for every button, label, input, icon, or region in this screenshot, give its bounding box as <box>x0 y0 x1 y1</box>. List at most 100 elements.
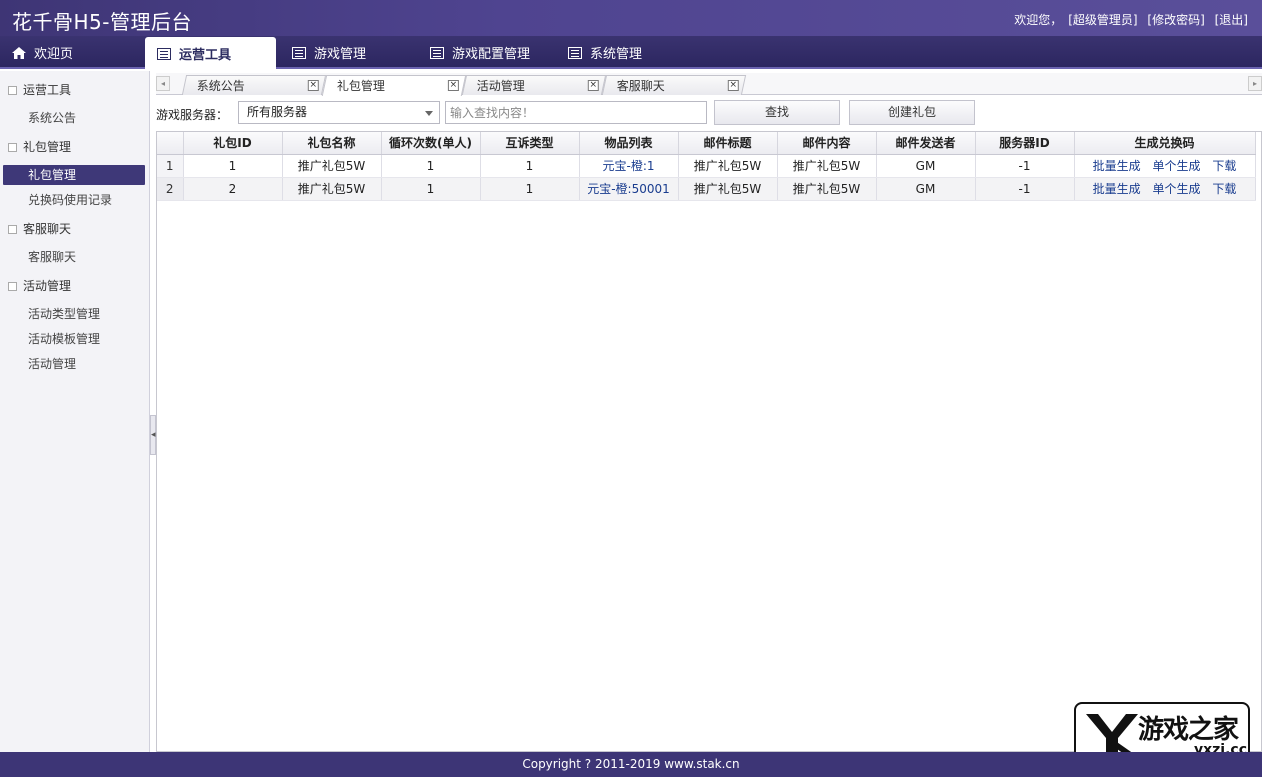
nav-tab-label: 欢迎页 <box>34 47 74 62</box>
main-nav: 欢迎页 运营工具 游戏管理 游戏配置管理 系统管理 <box>0 36 1262 70</box>
row-number: 1 <box>157 154 184 178</box>
change-password-link[interactable]: [修改密码] <box>1147 13 1204 27</box>
sidebar-item-activity-type[interactable]: 活动类型管理 <box>3 304 145 324</box>
single-generate-link[interactable]: 单个生成 <box>1152 159 1200 173</box>
cell-sender: GM <box>876 154 976 178</box>
collapse-icon <box>8 86 17 95</box>
cell-items: 元宝-橙:1 <box>579 154 679 178</box>
collapse-icon <box>8 282 17 291</box>
table-row[interactable]: 2 2 推广礼包5W 1 1 元宝-橙:50001 推广礼包5W 推广礼包5W … <box>157 177 1256 201</box>
column-header[interactable]: 邮件发送者 <box>876 132 976 155</box>
sidebar-group-activity[interactable]: 活动管理 <box>0 274 149 299</box>
content-tab-announcement[interactable]: 系统公告 × <box>181 75 327 95</box>
cell-sender: GM <box>876 177 976 201</box>
gift-table: 礼包ID 礼包名称 循环次数(单人) 互诉类型 物品列表 邮件标题 邮件内容 邮… <box>156 131 1262 777</box>
column-header[interactable]: 物品列表 <box>579 132 679 155</box>
nav-tab-label: 运营工具 <box>179 48 232 63</box>
content-tab-label: 客服聊天 <box>616 79 665 93</box>
sidebar-group-label: 运营工具 <box>23 83 72 97</box>
column-header[interactable]: 礼包名称 <box>282 132 382 155</box>
search-button[interactable]: 查找 <box>714 100 840 125</box>
sidebar-group-gift[interactable]: 礼包管理 <box>0 135 149 160</box>
sidebar-item-activity-manage[interactable]: 活动管理 <box>3 354 145 374</box>
download-link[interactable]: 下载 <box>1212 182 1236 196</box>
cell-mail-title: 推广礼包5W <box>678 154 778 178</box>
sidebar-group-label: 客服聊天 <box>23 222 72 236</box>
column-header[interactable]: 邮件标题 <box>678 132 778 155</box>
sidebar-group-label: 活动管理 <box>23 279 72 293</box>
sidebar-item-redeem-log[interactable]: 兑换码使用记录 <box>3 190 145 210</box>
sidebar-group-chat[interactable]: 客服聊天 <box>0 217 149 242</box>
column-header[interactable]: 生成兑换码 <box>1074 132 1256 155</box>
watermark-brand: 游戏之家 <box>1138 715 1239 745</box>
nav-tab-welcome[interactable]: 欢迎页 <box>0 36 85 69</box>
download-link[interactable]: 下载 <box>1212 159 1236 173</box>
cell-gift-id: 1 <box>183 154 283 178</box>
list-icon <box>292 46 306 59</box>
sidebar-group-label: 礼包管理 <box>23 140 72 154</box>
content-tab-label: 系统公告 <box>196 79 245 93</box>
column-header-rownum <box>157 132 184 155</box>
content-tab-bar: ◂ 系统公告 × 礼包管理 × 活动管理 × 客服聊天 × ▸ <box>156 73 1262 96</box>
cell-server-id: -1 <box>975 177 1075 201</box>
close-icon[interactable]: × <box>727 80 739 91</box>
batch-generate-link[interactable]: 批量生成 <box>1093 159 1141 173</box>
items-link[interactable]: 元宝-橙:1 <box>602 159 654 173</box>
cell-loops: 1 <box>381 154 481 178</box>
table-row[interactable]: 1 1 推广礼包5W 1 1 元宝-橙:1 推广礼包5W 推广礼包5W GM -… <box>157 154 1256 178</box>
sidebar-item-announcement[interactable]: 系统公告 <box>3 108 145 128</box>
user-bar: 欢迎您， [超级管理员] [修改密码] [退出] <box>1008 11 1248 28</box>
column-header[interactable]: 邮件内容 <box>777 132 877 155</box>
column-header[interactable]: 循环次数(单人) <box>381 132 481 155</box>
content-tab-label: 礼包管理 <box>336 79 385 93</box>
cell-loops: 1 <box>381 177 481 201</box>
column-header[interactable]: 互诉类型 <box>480 132 580 155</box>
search-input[interactable] <box>445 101 707 124</box>
single-generate-link[interactable]: 单个生成 <box>1152 182 1200 196</box>
nav-tab-label: 游戏配置管理 <box>452 47 531 62</box>
sidebar-group-ops[interactable]: 运营工具 <box>0 78 149 103</box>
nav-tab-game-manage[interactable]: 游戏管理 <box>280 36 378 69</box>
home-icon <box>12 46 26 59</box>
collapse-icon <box>8 225 17 234</box>
cell-mail-title: 推广礼包5W <box>678 177 778 201</box>
logout-link[interactable]: [退出] <box>1215 13 1248 27</box>
batch-generate-link[interactable]: 批量生成 <box>1093 182 1141 196</box>
close-icon[interactable]: × <box>447 80 459 91</box>
cell-mail-content: 推广礼包5W <box>777 154 877 178</box>
table-header-row: 礼包ID 礼包名称 循环次数(单人) 互诉类型 物品列表 邮件标题 邮件内容 邮… <box>157 132 1256 155</box>
list-icon <box>157 47 171 60</box>
server-label: 游戏服务器： <box>156 108 229 122</box>
data-grid: 礼包ID 礼包名称 循环次数(单人) 互诉类型 物品列表 邮件标题 邮件内容 邮… <box>157 132 1256 201</box>
nav-tab-ops-tools[interactable]: 运营工具 <box>145 37 276 70</box>
cell-gift-name: 推广礼包5W <box>282 154 382 178</box>
list-icon <box>568 46 582 59</box>
column-header[interactable]: 礼包ID <box>183 132 283 155</box>
yx-logo-icon <box>1086 714 1138 754</box>
items-link[interactable]: 元宝-橙:50001 <box>587 182 670 196</box>
server-select[interactable]: 所有服务器 <box>238 101 440 124</box>
close-icon[interactable]: × <box>307 80 319 91</box>
column-header[interactable]: 服务器ID <box>975 132 1075 155</box>
cell-ops: 批量生成 单个生成 下载 <box>1074 177 1256 201</box>
app-title: 花千骨H5-管理后台 <box>12 10 192 34</box>
content-tab-gift[interactable]: 礼包管理 × <box>321 75 467 96</box>
tab-scroll-right-icon[interactable]: ▸ <box>1248 76 1262 91</box>
user-link[interactable]: [超级管理员] <box>1068 13 1137 27</box>
toolbar: 游戏服务器： 所有服务器 查找 创建礼包 <box>156 100 1262 126</box>
sidebar-item-activity-template[interactable]: 活动模板管理 <box>3 329 145 349</box>
nav-tab-game-config[interactable]: 游戏配置管理 <box>418 36 542 69</box>
content-tab-activity[interactable]: 活动管理 × <box>461 75 607 95</box>
sidebar-item-chat[interactable]: 客服聊天 <box>3 247 145 267</box>
tab-scroll-left-icon[interactable]: ◂ <box>156 76 170 91</box>
nav-tab-system[interactable]: 系统管理 <box>556 36 654 69</box>
nav-tab-label: 系统管理 <box>590 47 643 62</box>
cell-server-id: -1 <box>975 154 1075 178</box>
footer: Copyright ? 2011-2019 www.stak.cn <box>0 752 1262 777</box>
sidebar-item-gift-manage[interactable]: 礼包管理 <box>3 165 145 185</box>
cell-items: 元宝-橙:50001 <box>579 177 679 201</box>
close-icon[interactable]: × <box>587 80 599 91</box>
content-tab-chat[interactable]: 客服聊天 × <box>601 75 747 95</box>
nav-tab-label: 游戏管理 <box>314 47 367 62</box>
create-gift-button[interactable]: 创建礼包 <box>849 100 975 125</box>
